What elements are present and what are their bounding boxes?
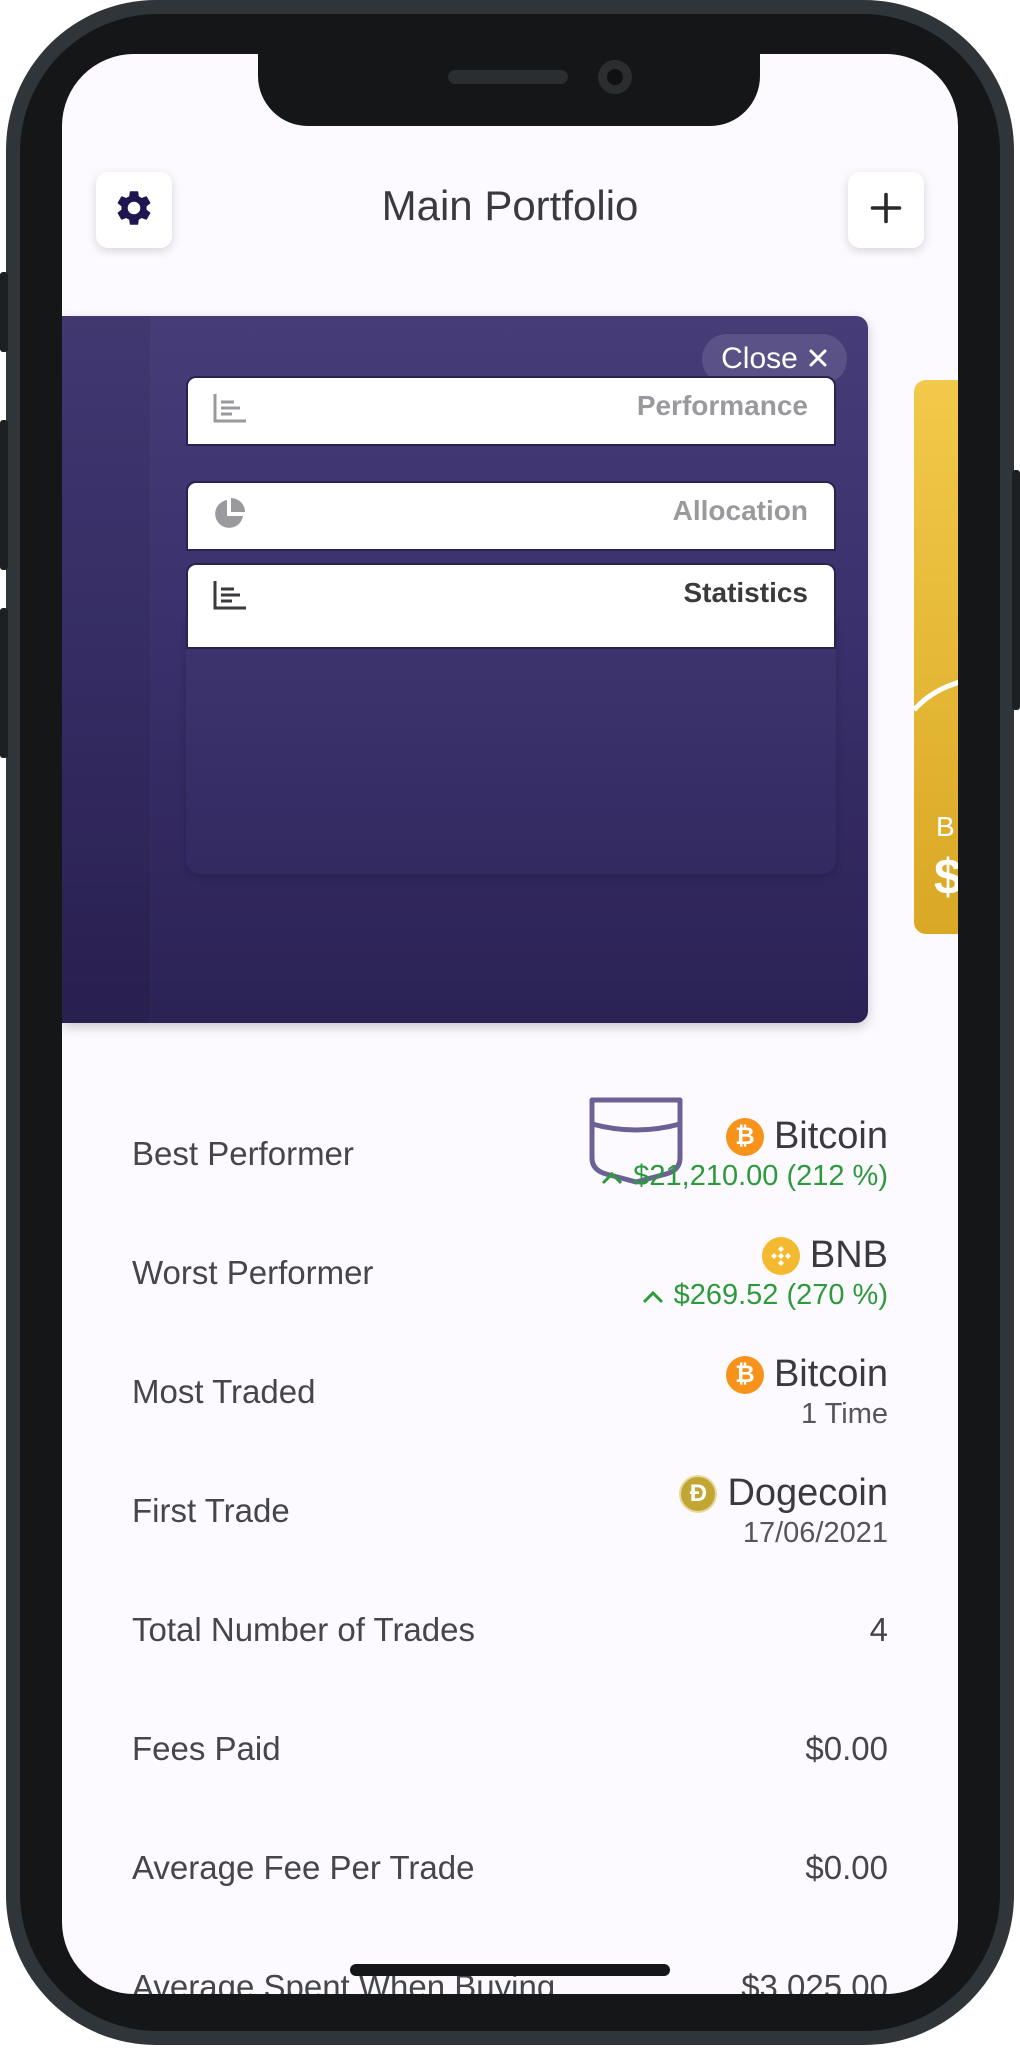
svg-text:$: $ (934, 849, 958, 905)
home-indicator[interactable] (350, 1964, 670, 1976)
trade-date: 17/06/2021 (742, 1517, 888, 1549)
statistics-panel (186, 616, 836, 1185)
stat-average-fee: Average Fee Per Trade $0.00 (132, 1818, 888, 1918)
add-button[interactable] (848, 172, 924, 248)
mute-switch (0, 272, 8, 352)
stat-label: Total Number of Trades (132, 1611, 475, 1648)
trade-count: 1 Time (800, 1398, 888, 1430)
sparkline: B $ (914, 679, 958, 905)
performance-change: $269.52 (270 %) (673, 1279, 888, 1311)
front-camera (598, 60, 632, 94)
performance-change: $21,210.00 (212 %) (633, 1160, 888, 1192)
stat-label: Average Fee Per Trade (132, 1849, 475, 1886)
bitcoin-icon: ₿ (725, 1117, 764, 1156)
stat-value: $3,025.00 (741, 1968, 888, 1994)
bitcoin-icon: ₿ (725, 1355, 764, 1394)
chevron-up-icon (642, 1279, 664, 1312)
stat-label: Best Performer (132, 1135, 354, 1172)
stat-most-traded: Most Traded ₿ Bitcoin 1 Time (132, 1342, 888, 1442)
close-icon (808, 342, 828, 376)
power-button (1012, 470, 1020, 710)
volume-up-button (0, 420, 8, 570)
coin-name: BNB (809, 1234, 888, 1276)
tab-performance[interactable]: Performance (186, 376, 836, 446)
close-label: Close (721, 342, 798, 375)
stat-fees-paid: Fees Paid $0.00 (132, 1699, 888, 1799)
tab-statistics[interactable]: Statistics (186, 563, 836, 649)
stat-label: Most Traded (132, 1373, 316, 1410)
stat-label: First Trade (132, 1492, 290, 1529)
svg-text:B: B (936, 811, 955, 842)
bar-chart-icon (212, 579, 248, 616)
app-screen: Main Portfolio Close Performance Allocat… (62, 54, 958, 1994)
stat-value: $0.00 (805, 1849, 888, 1886)
stat-best-performer: Best Performer ₿ Bitcoin $21,210.00 (212… (132, 1104, 888, 1204)
coin-name: Dogecoin (727, 1472, 888, 1514)
stat-value: $0.00 (805, 1730, 888, 1767)
page-title: Main Portfolio (381, 182, 639, 229)
stat-total-trades: Total Number of Trades 4 (132, 1580, 888, 1680)
stat-worst-performer: Worst Performer BNB $269.52 (270 %) (132, 1223, 888, 1323)
stat-value: 4 (869, 1611, 888, 1648)
tab-allocation-label: Allocation (672, 495, 808, 526)
portfolio-card: Close Performance Allocation Statistics (62, 316, 868, 1185)
coin-name: Bitcoin (773, 1115, 888, 1157)
stat-label: Worst Performer (132, 1254, 374, 1291)
bar-chart-icon (212, 392, 248, 429)
chevron-up-icon (601, 1160, 623, 1193)
card-edge (62, 316, 151, 1023)
bnb-icon (761, 1236, 800, 1275)
notch (258, 54, 760, 126)
stat-first-trade: First Trade Ð Dogecoin 17/06/2021 (132, 1461, 888, 1561)
speaker-grille (448, 70, 568, 84)
tab-statistics-label: Statistics (683, 577, 809, 608)
tab-allocation[interactable]: Allocation (186, 481, 836, 551)
next-portfolio-card[interactable]: B $ (914, 380, 958, 934)
dogecoin-icon: Ð (679, 1474, 718, 1513)
volume-down-button (0, 608, 8, 758)
plus-icon (868, 190, 904, 231)
coin-name: Bitcoin (773, 1353, 888, 1395)
pie-chart-icon (212, 497, 246, 536)
tab-performance-label: Performance (636, 390, 808, 421)
stat-label: Fees Paid (132, 1730, 281, 1767)
